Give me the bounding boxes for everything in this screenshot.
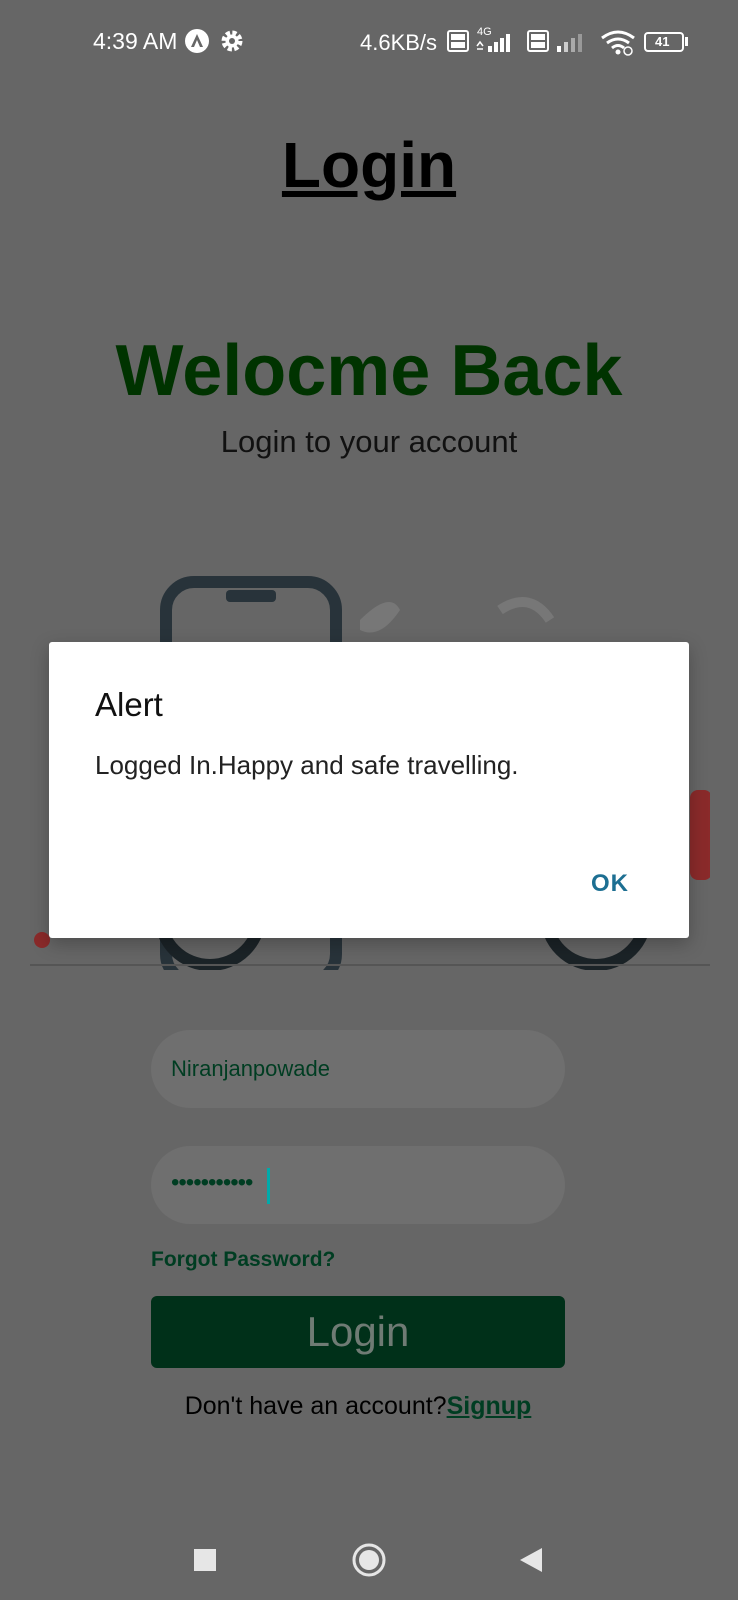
- status-time: 4:39 AM: [93, 28, 178, 54]
- recents-icon[interactable]: [193, 1548, 217, 1572]
- text-cursor: [267, 1168, 270, 1204]
- settings-gear-icon: [221, 30, 243, 52]
- dialog-title: Alert: [95, 686, 163, 723]
- forgot-password-link[interactable]: Forgot Password?: [151, 1248, 335, 1272]
- username-field[interactable]: Niranjanpowade: [151, 1030, 565, 1108]
- signup-prompt: Don't have an account?: [184, 1392, 447, 1420]
- alert-dialog: Alert Logged In.Happy and safe travellin…: [49, 642, 689, 938]
- login-button[interactable]: Login: [151, 1296, 565, 1368]
- ok-button[interactable]: OK: [591, 870, 629, 898]
- battery-icon: 41: [644, 32, 684, 52]
- password-value: •••••••••••: [171, 1169, 253, 1196]
- welcome-heading: Welocme Back: [115, 331, 623, 411]
- dialog-message: Logged In.Happy and safe travelling.: [95, 750, 519, 780]
- login-button-label: Login: [306, 1308, 410, 1355]
- battery-level: 41: [655, 34, 670, 49]
- signup-row: Don't have an account?Signup: [0, 1392, 716, 1421]
- signal-icon-2: [557, 34, 582, 52]
- volte-icon-2: [527, 30, 549, 52]
- page-title: Login: [281, 129, 457, 201]
- welcome-subtitle: Login to your account: [220, 424, 518, 459]
- status-bar: 4:39 AM 4.6KB/s 4G 41: [0, 0, 738, 86]
- wifi-icon: [601, 30, 635, 56]
- username-value: Niranjanpowade: [171, 1056, 330, 1081]
- volte-icon: [447, 30, 469, 52]
- app-notification-icon: [185, 29, 209, 53]
- home-icon[interactable]: [351, 1542, 387, 1578]
- back-icon[interactable]: [518, 1546, 544, 1574]
- signup-link[interactable]: Signup: [447, 1392, 532, 1420]
- network-speed: 4.6KB/s: [360, 30, 438, 55]
- signal-icon: [476, 34, 510, 52]
- battery-tip: [685, 37, 688, 46]
- password-field[interactable]: •••••••••••: [151, 1146, 565, 1224]
- navigation-bar: [0, 1520, 738, 1600]
